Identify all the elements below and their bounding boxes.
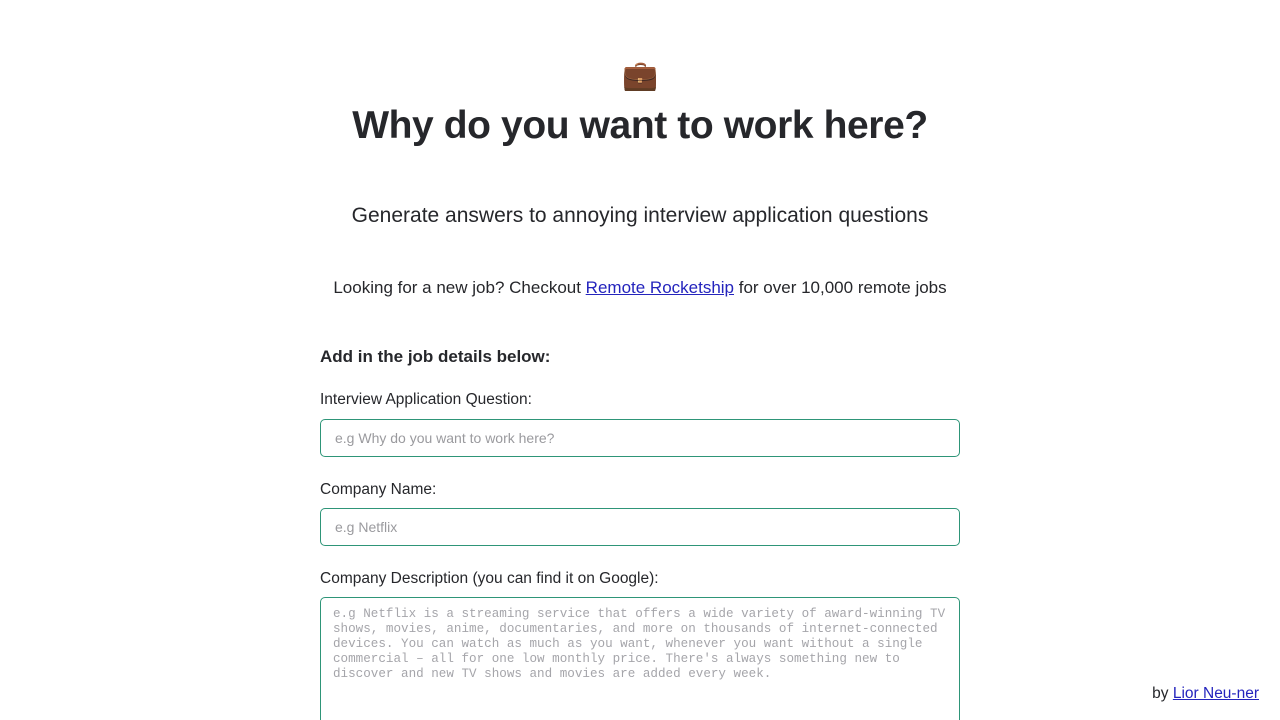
field-label-interview-question: Interview Application Question: bbox=[320, 391, 532, 409]
page-title: Why do you want to work here? bbox=[352, 104, 928, 147]
promo-text-before: Looking for a new job? Checkout bbox=[333, 277, 586, 297]
promo-line: Looking for a new job? Checkout Remote R… bbox=[0, 229, 1280, 299]
credit-prefix: by bbox=[1152, 684, 1173, 702]
author-link[interactable]: Lior Neu-ner bbox=[1173, 685, 1259, 702]
company-name-input[interactable] bbox=[320, 507, 960, 546]
briefcase-icon: 💼 bbox=[621, 60, 659, 92]
job-details-form: Add in the job details below: Interview … bbox=[320, 299, 960, 720]
interview-question-input[interactable] bbox=[320, 418, 960, 457]
page-subtitle: Generate answers to annoying interview a… bbox=[351, 203, 929, 227]
promo-text-after: for over 10,000 remote jobs bbox=[734, 277, 947, 297]
remote-rocketship-link[interactable]: Remote Rocketship bbox=[586, 278, 734, 297]
field-interview-question: Interview Application Question: bbox=[320, 390, 960, 457]
field-company-description: Company Description (you can find it on … bbox=[320, 569, 960, 720]
field-label-company-description: Company Description (you can find it on … bbox=[320, 569, 659, 587]
company-description-textarea[interactable] bbox=[320, 597, 960, 720]
field-label-company-name: Company Name: bbox=[320, 480, 437, 498]
credit-footer: by Lior Neu-ner bbox=[1152, 684, 1259, 703]
form-heading: Add in the job details below: bbox=[320, 346, 551, 366]
field-company-name: Company Name: bbox=[320, 480, 960, 546]
app-page: 💼 Why do you want to work here? Generate… bbox=[0, 0, 1280, 720]
page-header: 💼 Why do you want to work here? bbox=[0, 0, 1280, 150]
